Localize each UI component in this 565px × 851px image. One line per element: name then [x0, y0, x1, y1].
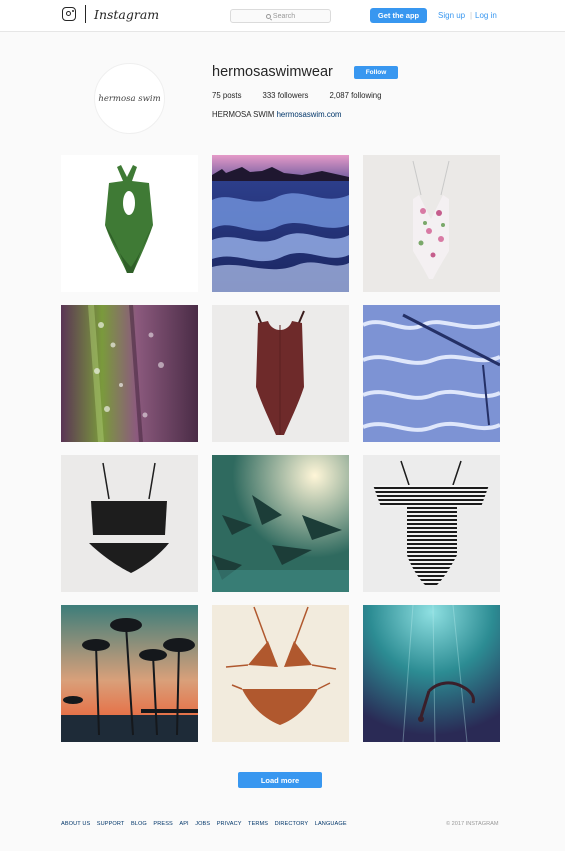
profile-username: hermosaswimwear [212, 64, 333, 80]
footer-link-terms[interactable]: TERMS [248, 821, 268, 827]
instagram-wordmark[interactable]: Instagram [94, 7, 159, 22]
profile-bio: HERMOSA SWIM hermosaswim.com [212, 110, 342, 119]
search-input[interactable]: Search [230, 9, 331, 23]
copyright: © 2017 INSTAGRAM [446, 821, 499, 827]
posts-count: 75 posts [212, 91, 242, 100]
footer-link-language[interactable]: LANGUAGE [315, 821, 347, 827]
post-tile-palm-shadows[interactable] [212, 455, 349, 592]
footer-links: ABOUT US SUPPORT BLOG PRESS API JOBS PRI… [61, 821, 347, 827]
follow-button[interactable]: Follow [354, 66, 398, 79]
following-count[interactable]: 2,087 following [329, 91, 381, 100]
post-tile-striped-swimsuit[interactable] [363, 455, 500, 592]
footer-link-support[interactable]: SUPPORT [97, 821, 125, 827]
post-tile-leaf-droplets[interactable] [61, 305, 198, 442]
footer-link-directory[interactable]: DIRECTORY [275, 821, 309, 827]
followers-count[interactable]: 333 followers [263, 91, 309, 100]
post-tile-crochet-bikini[interactable] [212, 605, 349, 742]
footer-link-press[interactable]: PRESS [153, 821, 172, 827]
log-in-link[interactable]: Log in [475, 11, 497, 20]
sign-up-link[interactable]: Sign up [438, 11, 465, 20]
post-grid [61, 155, 500, 742]
bio-website-link[interactable]: hermosaswim.com [277, 110, 342, 119]
post-tile-black-bikini[interactable] [61, 455, 198, 592]
search-placeholder: Search [272, 12, 296, 20]
footer-link-about-us[interactable]: ABOUT US [61, 821, 90, 827]
load-more-button[interactable]: Load more [238, 772, 322, 788]
post-tile-ocean-wave[interactable] [212, 155, 349, 292]
profile-stats: 75 posts 333 followers 2,087 following [212, 91, 381, 100]
post-tile-green-swimsuit[interactable] [61, 155, 198, 292]
nav-divider [85, 5, 86, 23]
post-tile-floral-swimsuit[interactable] [363, 155, 500, 292]
footer-link-api[interactable]: API [179, 821, 188, 827]
bio-full-name: HERMOSA SWIM [212, 110, 275, 119]
avatar-logo-text: hermosa swim [98, 93, 161, 104]
search-icon [265, 13, 271, 19]
avatar: hermosa swim [94, 63, 165, 134]
footer-link-privacy[interactable]: PRIVACY [217, 821, 242, 827]
nav-separator: | [470, 11, 473, 20]
footer-link-blog[interactable]: BLOG [131, 821, 147, 827]
footer-link-jobs[interactable]: JOBS [195, 821, 210, 827]
post-tile-burgundy-swimsuit[interactable] [212, 305, 349, 442]
post-tile-palm-sunset[interactable] [61, 605, 198, 742]
get-the-app-button[interactable]: Get the app [370, 8, 427, 23]
top-nav: Instagram Search Get the app Sign up | L… [0, 0, 565, 32]
post-tile-pool-water[interactable] [363, 305, 500, 442]
post-tile-underwater-swimmer[interactable] [363, 605, 500, 742]
instagram-camera-icon[interactable] [62, 7, 76, 21]
